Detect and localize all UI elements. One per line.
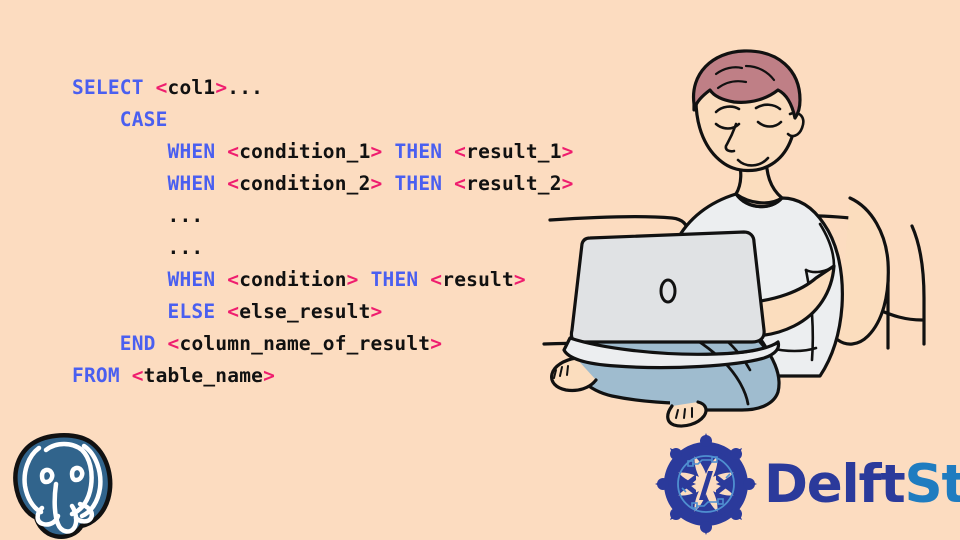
code-token-keyword: END [119,332,156,355]
code-token-bracket: > [346,268,359,291]
code-token-ident: col1 [167,76,216,99]
code-token-bracket: > [263,364,276,387]
code-token-bracket: < [454,172,467,195]
code-token-ident: column_name_of_result [179,332,431,355]
code-token-ident: condition [239,268,347,291]
code-token-keyword: SELECT [72,76,144,99]
code-token-bracket: < [430,268,443,291]
code-token-keyword: FROM [72,364,120,387]
code-token-bracket: > [370,300,383,323]
code-token-bracket: < [155,76,168,99]
code-token-bracket: < [227,268,240,291]
code-token-keyword: WHEN [167,268,216,291]
delftstack-word-delft: Delft [764,453,906,515]
postgresql-elephant-logo [6,424,128,540]
code-token-bracket: < [227,300,240,323]
code-token-bracket: < [227,172,240,195]
code-token-keyword: WHEN [167,172,216,195]
delftstack-logo: DelftStack [652,430,960,538]
code-token-keyword: ELSE [167,300,216,323]
code-token-bracket: < [454,140,467,163]
delftstack-wordmark: DelftStack [764,458,960,511]
code-token-bracket: > [430,332,443,355]
code-token-bracket: > [215,76,228,99]
code-token-keyword: WHEN [167,140,216,163]
code-token-keyword: THEN [370,268,419,291]
code-token-ident: table_name [143,364,264,387]
code-token-ident: result [442,268,514,291]
code-token-bracket: < [167,332,180,355]
code-token-bracket: > [370,140,383,163]
code-token-ident: condition_2 [239,172,371,195]
code-token-keyword: THEN [394,140,443,163]
code-token-bracket: < [131,364,144,387]
delftstack-emblem-icon [652,430,760,538]
person-with-laptop-illustration [520,48,960,428]
code-token-ident: condition_1 [239,140,371,163]
slide-canvas: SELECT <col1>... CASE WHEN <condition_1>… [0,0,960,540]
code-token-dots: ... [167,204,204,227]
code-token-ident: ... [227,76,264,99]
code-token-bracket: > [370,172,383,195]
code-token-keyword: CASE [119,108,168,131]
code-token-keyword: THEN [394,172,443,195]
delftstack-word-stack: Stack [904,453,960,515]
code-token-dots: ... [167,236,204,259]
code-token-bracket: < [227,140,240,163]
code-token-ident: else_result [239,300,371,323]
